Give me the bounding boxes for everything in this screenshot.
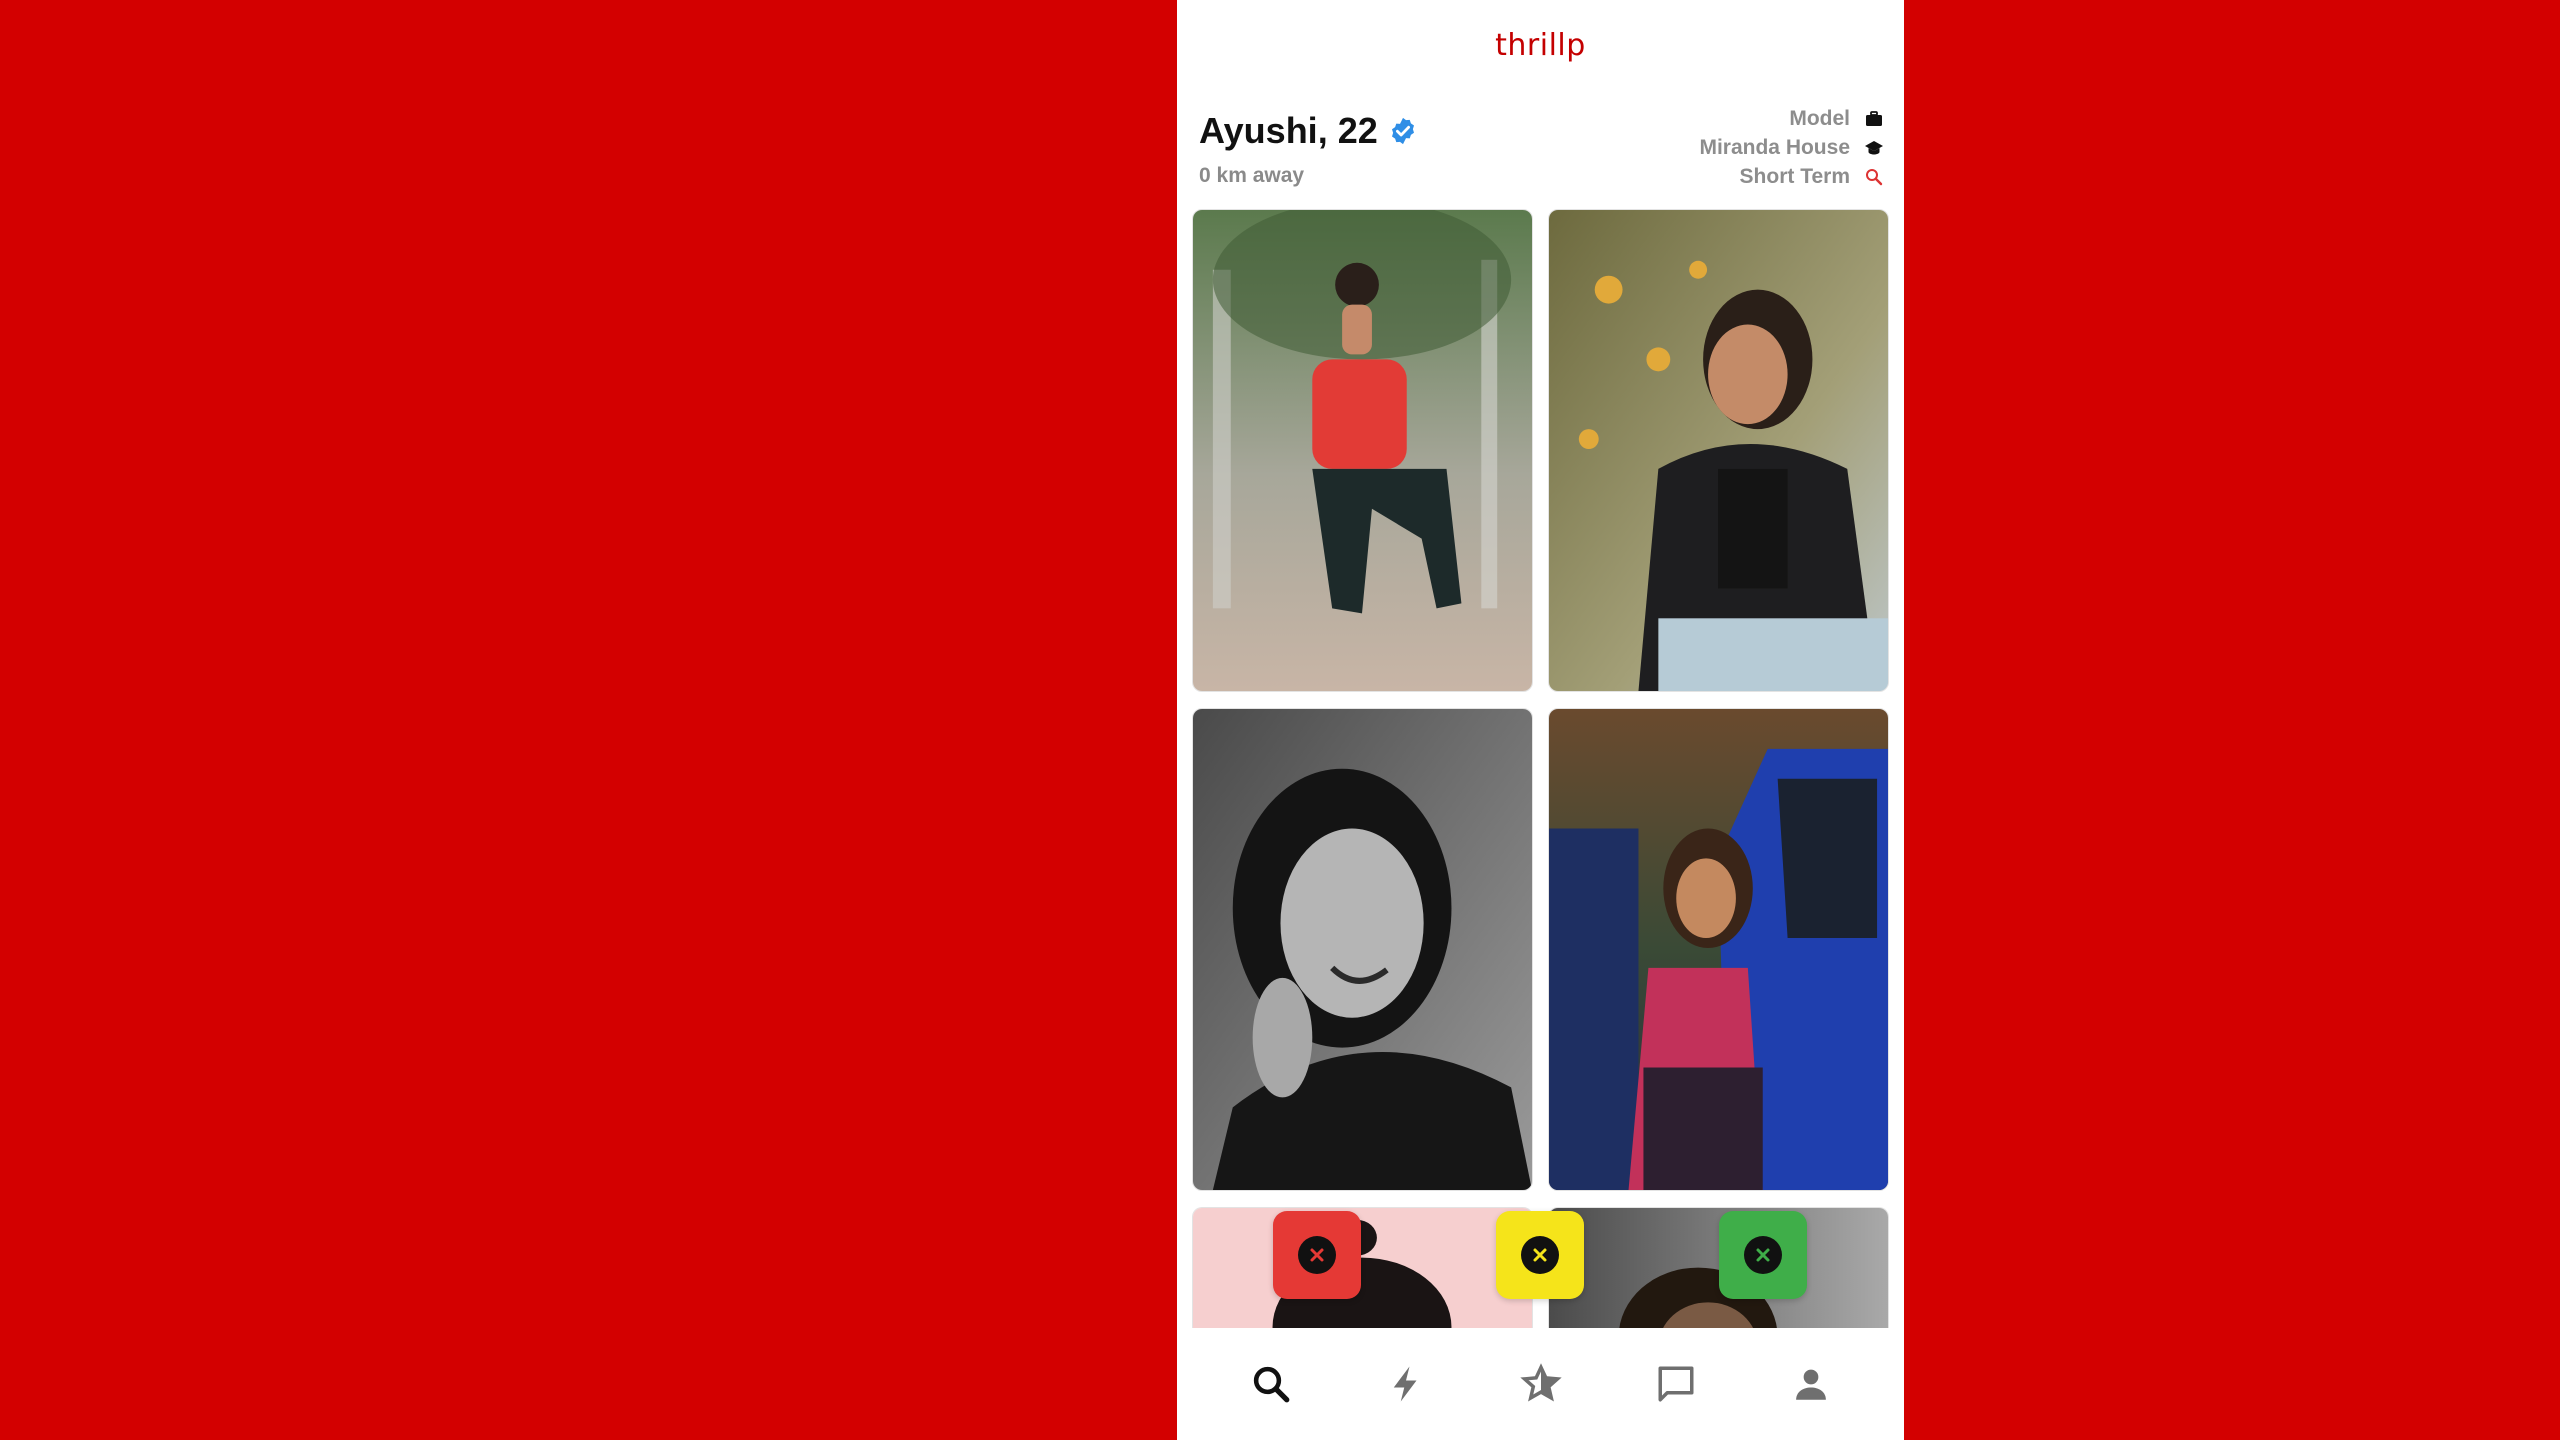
tag-education: Miranda House bbox=[1699, 136, 1884, 159]
photo-4[interactable] bbox=[1548, 708, 1889, 1191]
photo-1[interactable] bbox=[1192, 209, 1533, 692]
person-icon bbox=[1795, 1369, 1826, 1400]
verified-badge-icon bbox=[1388, 116, 1418, 146]
close-circle-icon bbox=[1744, 1236, 1782, 1274]
star-icon bbox=[1519, 1363, 1562, 1402]
nav-search[interactable] bbox=[1236, 1349, 1306, 1419]
profile-header: Ayushi, 22 0 km away bbox=[1199, 110, 1418, 188]
graduation-cap-icon bbox=[1864, 138, 1884, 158]
briefcase-icon bbox=[1864, 109, 1884, 129]
reject-red-button[interactable] bbox=[1273, 1211, 1361, 1299]
nav-favorites[interactable] bbox=[1506, 1349, 1576, 1419]
reject-yellow-button[interactable] bbox=[1496, 1211, 1584, 1299]
profile-tags: Model Miranda House Short Term bbox=[1699, 107, 1884, 188]
tag-looking-for: Short Term bbox=[1740, 165, 1884, 188]
name-row: Ayushi, 22 bbox=[1199, 110, 1418, 152]
close-circle-icon bbox=[1521, 1236, 1559, 1274]
app-logo: thrillp bbox=[1495, 28, 1586, 63]
occupation-label: Model bbox=[1789, 107, 1850, 130]
app-screen: thrillp Ayushi, 22 0 km away Model Miran… bbox=[1177, 0, 1904, 1440]
search-icon bbox=[1864, 167, 1884, 187]
nav-profile[interactable] bbox=[1776, 1349, 1846, 1419]
profile-name-age: Ayushi, 22 bbox=[1199, 110, 1378, 151]
bottom-navigation bbox=[1177, 1328, 1904, 1440]
action-buttons bbox=[1177, 1211, 1904, 1299]
reject-green-button[interactable] bbox=[1719, 1211, 1807, 1299]
close-circle-icon bbox=[1298, 1236, 1336, 1274]
nav-messages[interactable] bbox=[1641, 1349, 1711, 1419]
tag-occupation: Model bbox=[1789, 107, 1884, 130]
photo-2[interactable] bbox=[1548, 209, 1889, 692]
search-icon bbox=[1253, 1366, 1289, 1403]
lightning-icon bbox=[1393, 1366, 1416, 1402]
education-label: Miranda House bbox=[1699, 136, 1850, 159]
nav-boost[interactable] bbox=[1371, 1349, 1441, 1419]
looking-for-label: Short Term bbox=[1739, 165, 1850, 188]
photo-3[interactable] bbox=[1192, 708, 1533, 1191]
chat-icon bbox=[1658, 1366, 1693, 1402]
distance-label: 0 km away bbox=[1199, 164, 1305, 187]
